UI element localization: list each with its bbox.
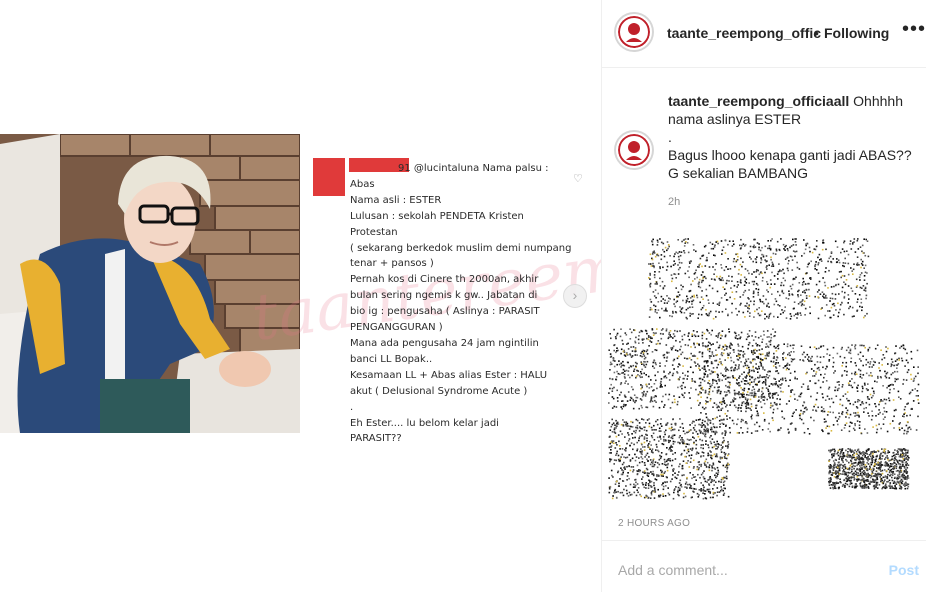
comment-mention: 91 @lucintaluna Nama palsu : xyxy=(398,163,549,174)
caption-line: . xyxy=(668,129,672,145)
comment-line: Eh Ester.... lu belom kelar jadi xyxy=(350,417,499,429)
comment-line: banci LL Bopak.. xyxy=(350,353,433,365)
comment-line: Protestan xyxy=(350,226,398,238)
obscured-comments xyxy=(608,218,926,518)
post-timestamp[interactable]: 2 HOURS AGO xyxy=(618,518,690,529)
caption-text: taante_reempong_officiaall Ohhhhh nama a… xyxy=(668,92,918,182)
post-sidebar: taante_reempong_offic • Following ••• ta… xyxy=(601,0,926,592)
heart-icon: ♡ xyxy=(573,173,583,185)
caption-line: nama aslinya ESTER xyxy=(668,111,802,127)
caption-username[interactable]: taante_reempong_officiaall xyxy=(668,93,849,109)
add-comment-input[interactable]: Add a comment... xyxy=(618,562,728,578)
comment-line: Lulusan : sekolah PENDETA Kristen xyxy=(350,210,524,222)
header-separator: • xyxy=(814,25,819,41)
next-arrow-icon[interactable]: › xyxy=(563,284,587,308)
caption-line: Bagus lhooo kenapa ganti jadi ABAS?? xyxy=(668,147,912,163)
comment-line: Kesamaan LL + Abas alias Ester : HALU xyxy=(350,369,548,381)
post-photo xyxy=(0,134,300,433)
comment-line: akut ( Delusional Syndrome Acute ) xyxy=(350,385,528,397)
comment-line: Nama asli : ESTER xyxy=(350,194,442,206)
redacted-avatar xyxy=(313,158,345,196)
comment-line: . xyxy=(350,401,354,413)
comment-line: tenar + pansos ) xyxy=(350,258,434,270)
comment-line: PENGANGGURAN ) xyxy=(350,322,443,334)
following-button[interactable]: Following xyxy=(824,25,889,41)
caption-avatar[interactable] xyxy=(614,130,654,170)
comment-line: Abas xyxy=(350,178,375,190)
comment-line: bulan sering ngemis k gw.. Jabatan di xyxy=(350,290,538,302)
comment-line: Mana ada pengusaha 24 jam ngintilin xyxy=(350,337,539,349)
logo-icon xyxy=(616,14,652,50)
header-username[interactable]: taante_reempong_offic xyxy=(667,25,821,41)
comment-line: bio ig : pengusaha ( Aslinya : PARASIT xyxy=(350,306,540,318)
comment-line: Pernah kos di Cinere th 2000an, akhir xyxy=(350,274,539,286)
comment-line: ( sekarang berkedok muslim demi numpang xyxy=(350,242,572,254)
caption-line: Ohhhhh xyxy=(853,93,903,109)
comment-line: PARASIT?? xyxy=(350,433,402,445)
post-button[interactable]: Post xyxy=(889,562,919,578)
add-comment-bar: Add a comment... Post xyxy=(602,540,926,592)
post-header: taante_reempong_offic • Following ••• xyxy=(602,0,926,68)
post-media: taantereempong 91 @lucintaluna Nama pals… xyxy=(0,0,601,592)
avatar[interactable] xyxy=(614,12,654,52)
more-options-icon[interactable]: ••• xyxy=(902,18,926,41)
caption-time[interactable]: 2h xyxy=(668,196,680,208)
logo-icon xyxy=(616,132,652,168)
caption-line: G sekalian BAMBANG xyxy=(668,165,809,181)
screenshot-comment-text: 91 @lucintaluna Nama palsu : Abas Nama a… xyxy=(350,161,580,447)
